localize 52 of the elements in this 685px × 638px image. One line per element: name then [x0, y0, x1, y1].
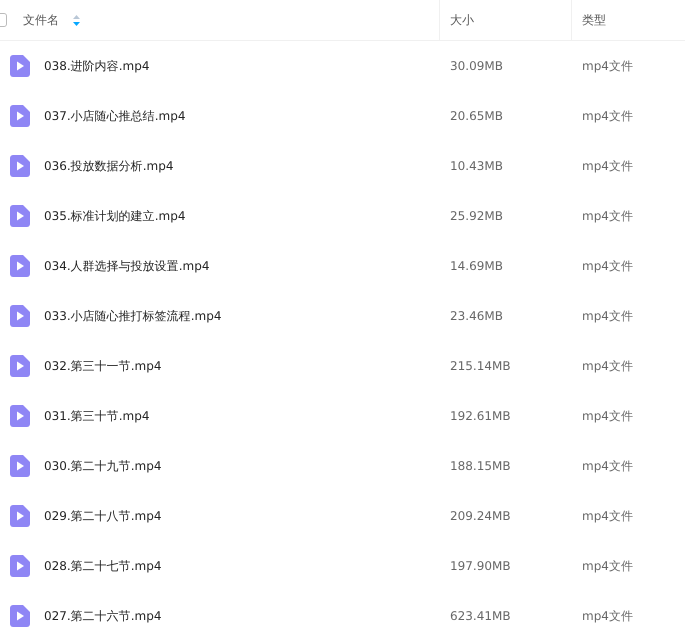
file-type: mp4文件: [581, 58, 634, 74]
file-name[interactable]: 033.小店随心推打标签流程.mp4: [44, 308, 222, 324]
column-header[interactable]: 类型: [582, 12, 606, 28]
file-size: 20.65MB: [449, 109, 504, 123]
file-name[interactable]: 032.第三十一节.mp4: [44, 358, 162, 374]
file-size: 623.41MB: [449, 609, 512, 623]
video-file-icon: [10, 355, 30, 377]
video-file-icon: [10, 305, 30, 327]
video-file-icon: [10, 55, 30, 77]
video-file-icon: [10, 605, 30, 627]
video-file-icon: [10, 105, 30, 127]
file-size: 23.46MB: [449, 309, 504, 323]
file-name[interactable]: 028.第二十七节.mp4: [44, 558, 162, 574]
file-type: mp4文件: [581, 558, 634, 574]
file-name[interactable]: 038.进阶内容.mp4: [44, 58, 150, 74]
file-size: 188.15MB: [449, 459, 512, 473]
video-file-icon: [10, 505, 30, 527]
file-size: 197.90MB: [449, 559, 512, 573]
file-type: mp4文件: [581, 458, 634, 474]
file-name[interactable]: 030.第二十九节.mp4: [44, 458, 162, 474]
video-file-icon: [10, 555, 30, 577]
file-size: 25.92MB: [449, 209, 504, 223]
video-file-icon: [10, 455, 30, 477]
file-size: 14.69MB: [449, 259, 504, 273]
file-name[interactable]: 037.小店随心推总结.mp4: [44, 108, 186, 124]
file-name[interactable]: 035.标准计划的建立.mp4: [44, 208, 186, 224]
file-type: mp4文件: [581, 258, 634, 274]
file-size: 30.09MB: [449, 59, 504, 73]
file-type: mp4文件: [581, 358, 634, 374]
file-type: mp4文件: [581, 108, 634, 124]
video-file-icon: [10, 255, 30, 277]
file-type: mp4文件: [581, 208, 634, 224]
file-name[interactable]: 027.第二十六节.mp4: [44, 608, 162, 624]
sort-icon[interactable]: [73, 14, 80, 26]
file-size: 10.43MB: [449, 159, 504, 173]
column-header[interactable]: 大小: [450, 12, 474, 28]
file-name[interactable]: 034.人群选择与投放设置.mp4: [44, 258, 210, 274]
file-type: mp4文件: [581, 308, 634, 324]
column-header[interactable]: 文件名: [23, 12, 80, 28]
file-type: mp4文件: [581, 508, 634, 524]
file-type: mp4文件: [581, 608, 634, 624]
file-name[interactable]: 031.第三十节.mp4: [44, 408, 150, 424]
file-size: 192.61MB: [449, 409, 512, 423]
file-name[interactable]: 029.第二十八节.mp4: [44, 508, 162, 524]
video-file-icon: [10, 155, 30, 177]
video-file-icon: [10, 205, 30, 227]
file-size: 209.24MB: [449, 509, 512, 523]
file-type: mp4文件: [581, 408, 634, 424]
file-type: mp4文件: [581, 158, 634, 174]
video-file-icon: [10, 405, 30, 427]
file-size: 215.14MB: [449, 359, 512, 373]
file-name[interactable]: 036.投放数据分析.mp4: [44, 158, 174, 174]
